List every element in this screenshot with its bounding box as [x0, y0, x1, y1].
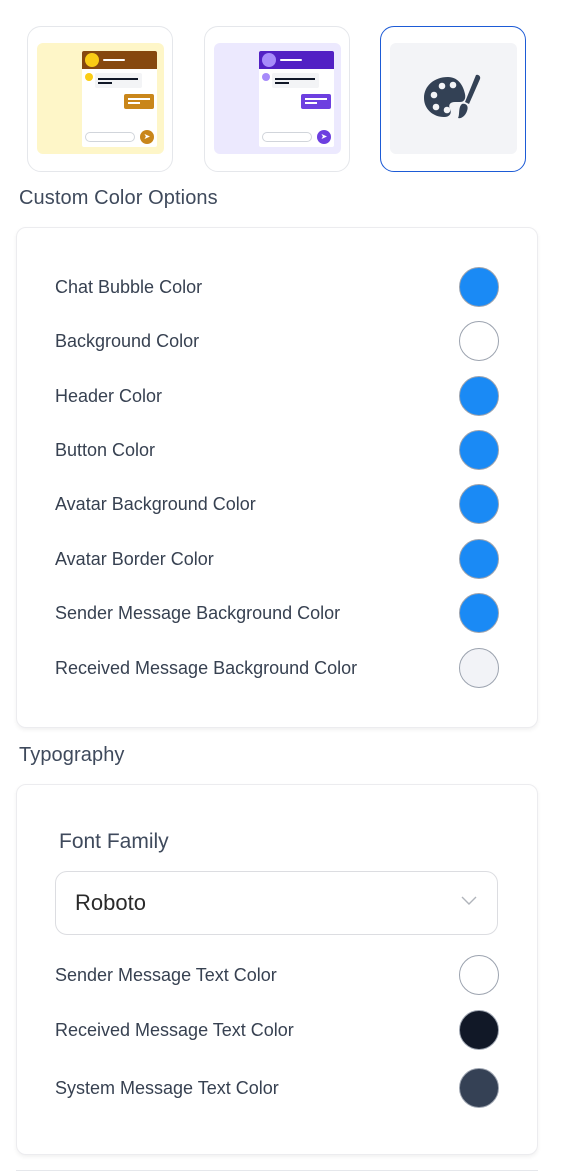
- color-option-label: Avatar Background Color: [55, 493, 256, 514]
- mini-header-title: [280, 59, 302, 61]
- font-family-select[interactable]: Roboto: [55, 871, 498, 935]
- typography-panel: Font Family Roboto Sender Message Text C…: [16, 784, 538, 1155]
- color-swatch[interactable]: [459, 593, 499, 633]
- text-color-option-row: Sender Message Text Color: [55, 955, 499, 995]
- color-option-row: Chat Bubble Color: [55, 267, 499, 307]
- chevron-down-icon: [461, 896, 477, 905]
- received-message-preview: [272, 73, 319, 88]
- mini-input: [262, 132, 312, 142]
- custom-color-options-title: Custom Color Options: [19, 187, 218, 209]
- color-option-label: Background Color: [55, 330, 200, 351]
- color-option-label: Avatar Border Color: [55, 548, 214, 569]
- color-option-label: Received Message Background Color: [55, 657, 358, 678]
- text-color-option-label: Received Message Text Color: [55, 1019, 294, 1040]
- received-message-preview: [95, 73, 142, 88]
- color-option-label: Button Color: [55, 439, 156, 460]
- theme-preview-custom: [390, 43, 517, 154]
- color-swatch[interactable]: [459, 321, 499, 361]
- mini-chat-header: [82, 51, 157, 69]
- avatar-icon: [85, 73, 93, 81]
- text-color-option-label: System Message Text Color: [55, 1077, 279, 1098]
- palette-icon: [424, 74, 481, 119]
- color-option-row: Background Color: [55, 321, 499, 361]
- color-option-row: Sender Message Background Color: [55, 593, 499, 633]
- color-option-row: Avatar Background Color: [55, 484, 499, 524]
- color-option-row: Button Color: [55, 430, 499, 470]
- font-family-value: Roboto: [75, 890, 146, 915]
- color-swatch[interactable]: [459, 539, 499, 579]
- color-swatch[interactable]: [459, 267, 499, 307]
- mini-header-title: [103, 59, 125, 61]
- avatar-icon: [85, 53, 99, 67]
- color-option-label: Sender Message Background Color: [55, 602, 341, 623]
- theme-card-purple[interactable]: ➤: [204, 26, 350, 172]
- typography-title: Typography: [19, 744, 125, 766]
- sent-message-preview: [124, 94, 154, 109]
- color-swatch[interactable]: [459, 648, 499, 688]
- theme-preview-purple: ➤: [214, 43, 341, 154]
- mini-input: [85, 132, 135, 142]
- color-swatch[interactable]: [459, 955, 499, 995]
- send-icon: ➤: [317, 130, 331, 144]
- text-color-option-row: Received Message Text Color: [55, 1010, 499, 1050]
- theme-card-amber[interactable]: ➤: [27, 26, 173, 172]
- color-swatch[interactable]: [459, 484, 499, 524]
- mini-chat-window: ➤: [259, 51, 334, 147]
- divider: [16, 1170, 538, 1171]
- custom-color-options-panel: Chat Bubble Color Background Color Header …: [16, 227, 538, 728]
- mini-chat-header: [259, 51, 334, 69]
- avatar-icon: [262, 73, 270, 81]
- mini-chat-window: ➤: [82, 51, 157, 147]
- color-swatch[interactable]: [459, 1010, 499, 1050]
- send-icon: ➤: [140, 130, 154, 144]
- text-color-option-label: Sender Message Text Color: [55, 964, 277, 985]
- color-option-row: Received Message Background Color: [55, 648, 499, 688]
- avatar-icon: [262, 53, 276, 67]
- text-color-option-row: System Message Text Color: [55, 1068, 499, 1108]
- theme-preview-amber: ➤: [37, 43, 164, 154]
- color-swatch[interactable]: [459, 430, 499, 470]
- color-option-row: Header Color: [55, 376, 499, 416]
- color-option-label: Chat Bubble Color: [55, 276, 203, 297]
- color-option-label: Header Color: [55, 385, 163, 406]
- color-option-row: Avatar Border Color: [55, 539, 499, 579]
- sent-message-preview: [301, 94, 331, 109]
- theme-card-custom[interactable]: [380, 26, 526, 172]
- color-swatch[interactable]: [459, 376, 499, 416]
- font-family-label: Font Family: [59, 830, 169, 853]
- color-swatch[interactable]: [459, 1068, 499, 1108]
